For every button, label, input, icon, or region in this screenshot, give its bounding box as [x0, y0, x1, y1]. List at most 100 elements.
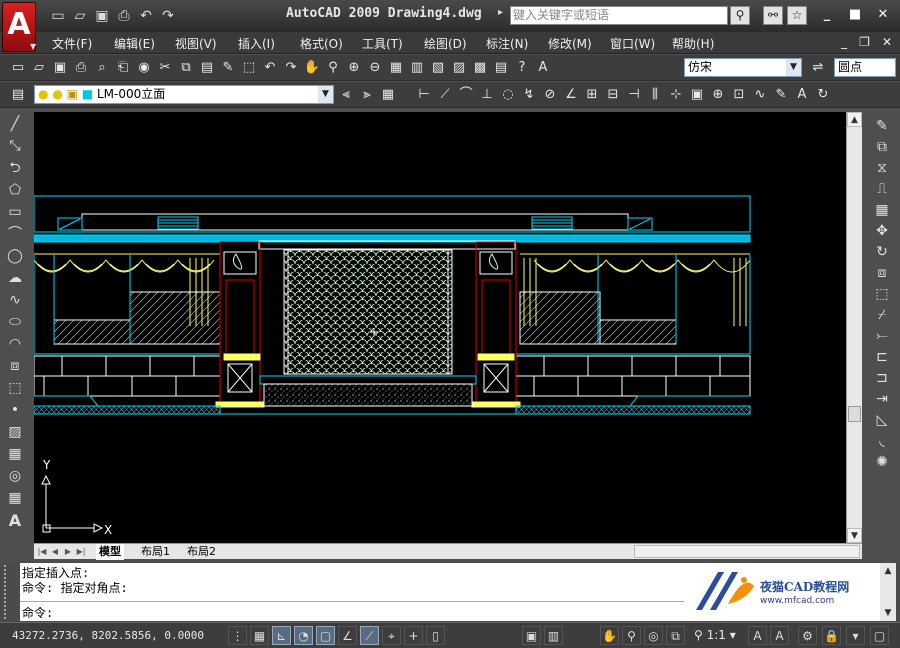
circle-icon[interactable]: ◯: [3, 246, 27, 267]
dim-update-icon[interactable]: ↻: [813, 85, 833, 105]
menu-window[interactable]: 窗口(W): [610, 35, 655, 52]
undo-icon[interactable]: ↶: [136, 6, 156, 26]
scroll-up-icon[interactable]: ▲: [880, 563, 896, 579]
communication-center-icon[interactable]: ⚯: [763, 6, 783, 25]
stretch-icon[interactable]: ⬚: [870, 284, 894, 305]
grid-display-icon[interactable]: ▦: [250, 626, 269, 645]
rotate-icon[interactable]: ↻: [870, 242, 894, 263]
menu-dimension[interactable]: 标注(N): [486, 35, 528, 52]
clean-screen-icon[interactable]: ▢: [870, 626, 889, 645]
match-properties-icon[interactable]: ✎: [218, 58, 238, 78]
table-icon[interactable]: ▦: [3, 488, 27, 509]
menu-view[interactable]: 视图(V): [175, 35, 217, 52]
help-icon[interactable]: ?: [512, 58, 532, 78]
quick-dim-icon[interactable]: ⊞: [582, 85, 602, 105]
menu-format[interactable]: 格式(O): [300, 35, 343, 52]
zoom-realtime-icon[interactable]: ⚲: [323, 58, 343, 78]
jogged-linear-icon[interactable]: ∿: [750, 85, 770, 105]
make-block-icon[interactable]: ⬚: [3, 378, 27, 399]
ellipse-arc-icon[interactable]: ◠: [3, 334, 27, 355]
3d-dwf-icon[interactable]: ◉: [134, 58, 154, 78]
point-icon[interactable]: •: [3, 400, 27, 421]
array-icon[interactable]: ▦: [870, 200, 894, 221]
move-icon[interactable]: ✥: [870, 221, 894, 242]
doc-restore-button[interactable]: ❐: [859, 35, 870, 49]
tab-layout1[interactable]: 布局1: [138, 544, 173, 560]
layer-manager-icon[interactable]: ▤: [8, 85, 28, 105]
design-center-icon[interactable]: ▥: [407, 58, 427, 78]
menu-modify[interactable]: 修改(M): [548, 35, 592, 52]
break-at-point-icon[interactable]: ⊏: [870, 347, 894, 368]
publish-icon[interactable]: ⎗: [113, 58, 133, 78]
prev-tab-icon[interactable]: ◀: [49, 545, 61, 558]
quick-view-layouts-icon[interactable]: ▥: [544, 626, 563, 645]
ordinate-dim-icon[interactable]: ⊥: [477, 85, 497, 105]
open-icon[interactable]: ▱: [29, 58, 49, 78]
paste-icon[interactable]: ▤: [197, 58, 217, 78]
new-file-icon[interactable]: ▭: [48, 6, 68, 26]
center-mark-icon[interactable]: ⊕: [708, 85, 728, 105]
explode-icon[interactable]: ✺: [870, 452, 894, 473]
arc-length-icon[interactable]: ⌒: [456, 85, 476, 105]
plot-icon[interactable]: ⎙: [71, 58, 91, 78]
scroll-thumb[interactable]: [848, 406, 861, 422]
object-snap-tracking-icon[interactable]: ∠: [338, 626, 357, 645]
scroll-down-icon[interactable]: ▼: [880, 605, 896, 621]
print-icon[interactable]: ⎙: [114, 6, 134, 26]
first-tab-icon[interactable]: |◀: [36, 545, 48, 558]
chevron-down-icon[interactable]: ▼: [318, 86, 333, 103]
menu-tools[interactable]: 工具(T): [362, 35, 403, 52]
break-icon[interactable]: ⊐: [870, 368, 894, 389]
pan-icon[interactable]: ✋: [600, 626, 619, 645]
diameter-dim-icon[interactable]: ⊘: [540, 85, 560, 105]
copy-icon[interactable]: ⧉: [176, 58, 196, 78]
offset-icon[interactable]: ⎍: [870, 179, 894, 200]
join-icon[interactable]: ⇥: [870, 389, 894, 410]
layer-combo[interactable]: ● ● ▣ ■ LM-000立面 ▼: [34, 85, 334, 104]
quick-properties-icon[interactable]: ▯: [426, 626, 445, 645]
command-scrollbar[interactable]: ▲ ▼: [880, 563, 896, 621]
drawing-canvas[interactable]: X Y: [34, 112, 846, 543]
calculator-icon[interactable]: ▤: [491, 58, 511, 78]
block-editor-icon[interactable]: ⬚: [239, 58, 259, 78]
menu-help[interactable]: 帮助(H): [672, 35, 714, 52]
text-style-combo[interactable]: 仿宋 ▼: [684, 58, 802, 77]
markup-icon[interactable]: ▩: [470, 58, 490, 78]
make-current-layer-icon[interactable]: ⫷: [336, 85, 356, 105]
workspace-switching-icon[interactable]: ⚙: [798, 626, 817, 645]
dim-edit-icon[interactable]: ✎: [771, 85, 791, 105]
command-window-grip[interactable]: [4, 565, 16, 619]
redo-icon[interactable]: ↷: [158, 6, 178, 26]
doc-close-button[interactable]: ✕: [882, 35, 892, 49]
command-history[interactable]: 指定插入点: 命令: 指定对角点: 命令:: [20, 563, 684, 621]
annotation-visibility-icon[interactable]: A: [748, 626, 767, 645]
erase-icon[interactable]: ✎: [870, 116, 894, 137]
fillet-icon[interactable]: ◟: [870, 431, 894, 452]
gradient-icon[interactable]: ▦: [3, 444, 27, 465]
tolerance-icon[interactable]: ▣: [687, 85, 707, 105]
arc-icon[interactable]: ⌒: [3, 224, 27, 245]
region-icon[interactable]: ◎: [3, 466, 27, 487]
coordinate-readout[interactable]: 43272.2736, 8202.5856, 0.0000: [12, 629, 204, 642]
last-tab-icon[interactable]: ▶|: [75, 545, 87, 558]
menu-file[interactable]: 文件(F): [52, 35, 92, 52]
dim-text-edit-icon[interactable]: A: [792, 85, 812, 105]
save-icon[interactable]: ▣: [92, 6, 112, 26]
jogged-dim-icon[interactable]: ↯: [519, 85, 539, 105]
favorites-star-icon[interactable]: ☆: [787, 6, 807, 25]
aligned-dim-icon[interactable]: ⟋: [435, 85, 455, 105]
dim-style-combo[interactable]: 圆点: [834, 58, 896, 77]
chevron-down-icon[interactable]: ▼: [786, 59, 801, 76]
zoom-icon[interactable]: ⚲: [622, 626, 641, 645]
auto-scale-icon[interactable]: A: [770, 626, 789, 645]
revision-cloud-icon[interactable]: ☁: [3, 268, 27, 289]
toolbar-lock-icon[interactable]: 🔒: [822, 626, 841, 645]
plot-preview-icon[interactable]: ⌕: [92, 58, 112, 78]
command-prompt[interactable]: 命令:: [22, 604, 53, 621]
mirror-icon[interactable]: ⧖: [870, 158, 894, 179]
qnew-icon[interactable]: ▭: [8, 58, 28, 78]
horizontal-scrollbar[interactable]: [634, 545, 860, 558]
object-snap-icon[interactable]: ▢: [316, 626, 335, 645]
menu-draw[interactable]: 绘图(D): [424, 35, 467, 52]
tab-model[interactable]: 模型: [96, 544, 124, 560]
